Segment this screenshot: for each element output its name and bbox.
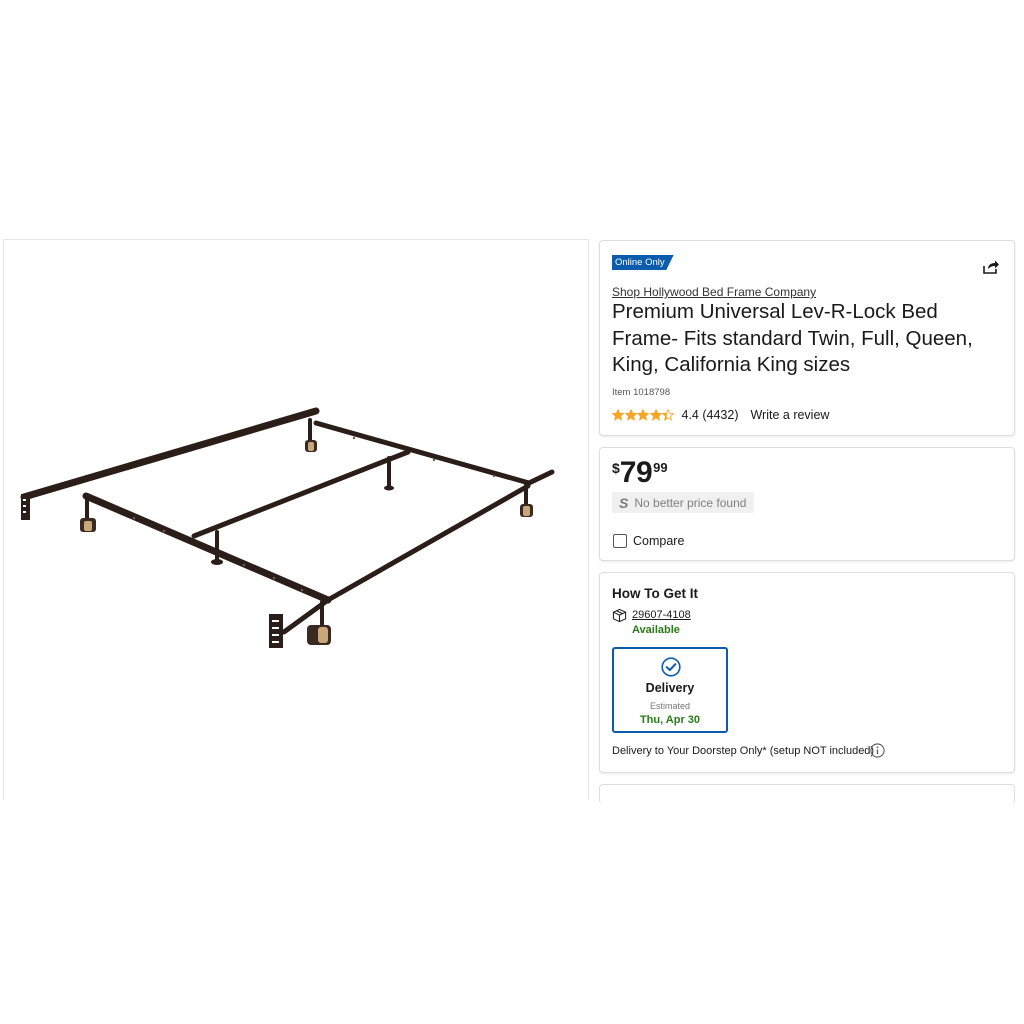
star-rating[interactable] bbox=[612, 409, 675, 421]
no-better-price-text: No better price found bbox=[634, 495, 747, 510]
next-card bbox=[599, 784, 1015, 804]
delivery-date: Thu, Apr 30 bbox=[639, 714, 701, 726]
delivery-option-tile[interactable]: Delivery Estimated Thu, Apr 30 bbox=[612, 647, 728, 733]
delivery-label: Delivery bbox=[645, 681, 695, 695]
zip-code-link[interactable]: 29607-4108 bbox=[632, 609, 691, 621]
share-icon[interactable] bbox=[982, 259, 1000, 275]
price-dollars: 79 bbox=[619, 456, 653, 489]
online-only-badge: Online Only bbox=[612, 255, 674, 270]
star-icon bbox=[624, 409, 637, 421]
compare-toggle[interactable]: Compare bbox=[613, 534, 684, 548]
no-better-price-chip: S No better price found bbox=[612, 492, 755, 513]
product-title: Premium Universal Lev-R-Lock Bed Frame- … bbox=[612, 300, 973, 376]
item-number: Item 1018798 bbox=[612, 387, 671, 398]
star-icon bbox=[637, 409, 649, 421]
price-card: $ 79 99 S No better price found Compare bbox=[599, 447, 1015, 561]
selected-check-icon bbox=[661, 657, 681, 677]
star-icon bbox=[612, 409, 624, 421]
price-cents: 99 bbox=[653, 460, 668, 475]
info-icon[interactable] bbox=[870, 743, 885, 758]
estimated-label: Estimated bbox=[649, 701, 691, 711]
compare-label: Compare bbox=[633, 534, 685, 548]
fulfillment-heading: How To Get It bbox=[612, 586, 698, 601]
price-currency: $ bbox=[612, 460, 620, 476]
product-info-card: Online Only Shop Hollywood Bed Frame Com… bbox=[599, 240, 1015, 436]
compare-checkbox[interactable] bbox=[613, 534, 627, 548]
availability-status: Available bbox=[632, 624, 680, 636]
bed-frame-image bbox=[20, 407, 555, 648]
rating-row: 4.4 (4432) Write a review bbox=[612, 407, 829, 423]
price: $ 79 99 bbox=[612, 458, 668, 488]
package-icon bbox=[612, 608, 627, 623]
write-review-link[interactable]: Write a review bbox=[750, 408, 829, 422]
sams-s-icon: S bbox=[619, 494, 629, 511]
star-icon bbox=[662, 409, 674, 421]
star-icon bbox=[649, 409, 662, 421]
product-image-panel[interactable] bbox=[3, 239, 589, 800]
brand-link[interactable]: Shop Hollywood Bed Frame Company bbox=[612, 285, 816, 299]
delivery-note: Delivery to Your Doorstep Only* (setup N… bbox=[612, 745, 875, 757]
fulfillment-card: How To Get It 29607-4108 Available Deliv… bbox=[599, 572, 1015, 773]
rating-summary[interactable]: 4.4 (4432) bbox=[682, 408, 739, 422]
